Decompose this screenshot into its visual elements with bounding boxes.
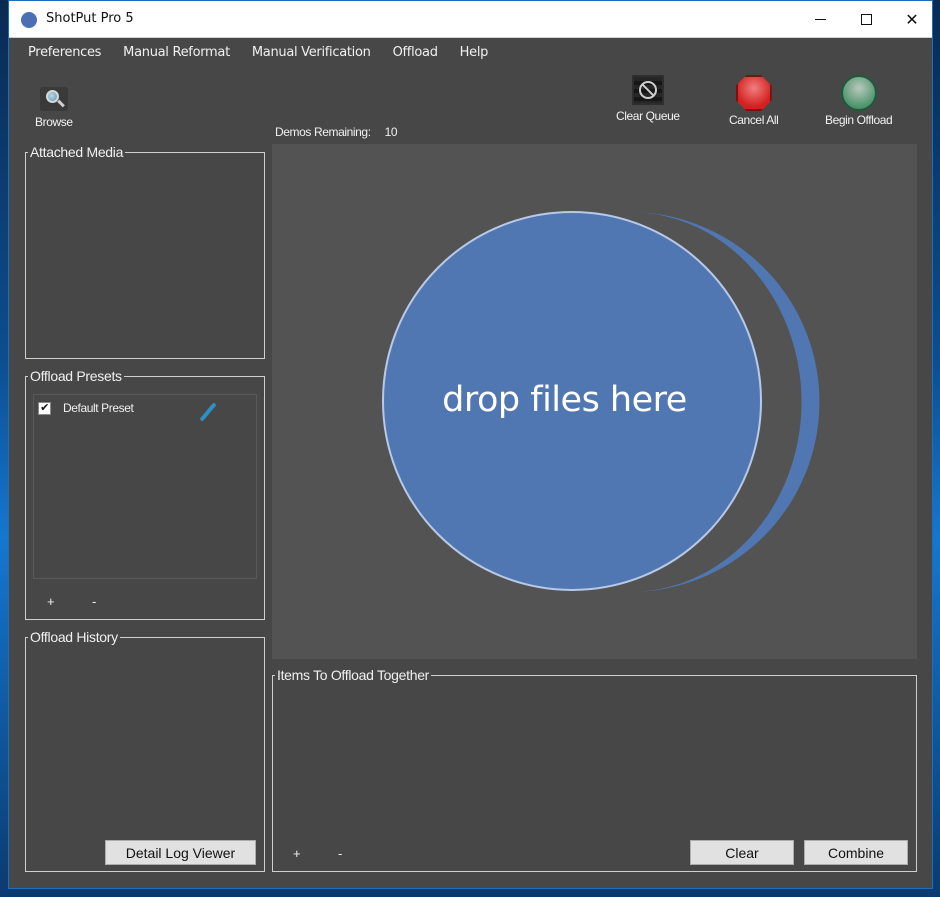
items-to-offload-together-title: Items To Offload Together <box>277 667 430 683</box>
attached-media-panel: Attached Media <box>25 145 265 359</box>
minimize-button[interactable] <box>797 1 843 37</box>
menu-bar: Preferences Manual Reformat Manual Verif… <box>9 38 932 66</box>
maximize-button[interactable] <box>843 1 889 37</box>
offload-history-panel: Offload History <box>25 630 265 872</box>
magnifier-icon <box>39 87 68 111</box>
cancel-all-button[interactable]: Cancel All <box>729 75 779 127</box>
offload-presets-title: Offload Presets <box>30 368 122 384</box>
app-window: ShotPut Pro 5 ✕ Preferences Manual Refor… <box>8 0 933 889</box>
menu-offload[interactable]: Offload <box>382 45 449 60</box>
remove-preset-button[interactable]: - <box>92 594 96 609</box>
drop-files-text: drop files here <box>442 380 687 420</box>
preset-checkbox[interactable]: ✔ <box>38 401 51 415</box>
drop-zone[interactable]: drop files here <box>272 144 917 659</box>
clear-queue-label: Clear Queue <box>616 109 680 123</box>
begin-offload-button[interactable]: Begin Offload <box>825 75 893 127</box>
demos-remaining-label: Demos Remaining: <box>275 125 371 139</box>
combine-button[interactable]: Combine <box>804 840 908 865</box>
cancel-all-label: Cancel All <box>729 113 779 127</box>
window-title: ShotPut Pro 5 <box>46 11 134 26</box>
offload-history-title: Offload History <box>30 629 118 645</box>
browse-button[interactable]: Browse <box>35 87 73 129</box>
begin-offload-label: Begin Offload <box>825 113 893 127</box>
green-circle-icon <box>840 75 877 111</box>
browse-label: Browse <box>35 115 73 129</box>
demos-remaining-value: 10 <box>384 125 398 139</box>
list-item[interactable]: ✔ Default Preset <box>38 401 134 415</box>
demos-remaining: Demos Remaining: 10 <box>275 125 398 139</box>
add-preset-button[interactable]: + <box>47 594 55 609</box>
add-item-button[interactable]: + <box>293 846 301 861</box>
detail-log-viewer-button[interactable]: Detail Log Viewer <box>105 840 256 865</box>
stop-sign-icon <box>735 75 772 111</box>
maximize-icon <box>860 13 872 25</box>
minimize-icon <box>814 18 826 20</box>
pencil-edit-icon[interactable] <box>199 402 217 422</box>
remove-item-button[interactable]: - <box>338 846 342 861</box>
preset-list: ✔ Default Preset <box>33 394 257 579</box>
close-button[interactable]: ✕ <box>889 1 935 37</box>
clear-queue-button[interactable]: Clear Queue <box>616 75 680 123</box>
menu-manual-reformat[interactable]: Manual Reformat <box>112 45 241 60</box>
preset-label: Default Preset <box>63 401 134 415</box>
title-bar: ShotPut Pro 5 ✕ <box>9 1 932 38</box>
close-icon: ✕ <box>905 9 919 29</box>
clear-button[interactable]: Clear <box>690 840 794 865</box>
app-logo-icon <box>21 12 37 28</box>
no-sign-icon <box>631 75 664 105</box>
attached-media-title: Attached Media <box>30 144 124 160</box>
menu-manual-verification[interactable]: Manual Verification <box>241 45 382 60</box>
menu-preferences[interactable]: Preferences <box>17 45 112 60</box>
menu-help[interactable]: Help <box>449 45 499 60</box>
